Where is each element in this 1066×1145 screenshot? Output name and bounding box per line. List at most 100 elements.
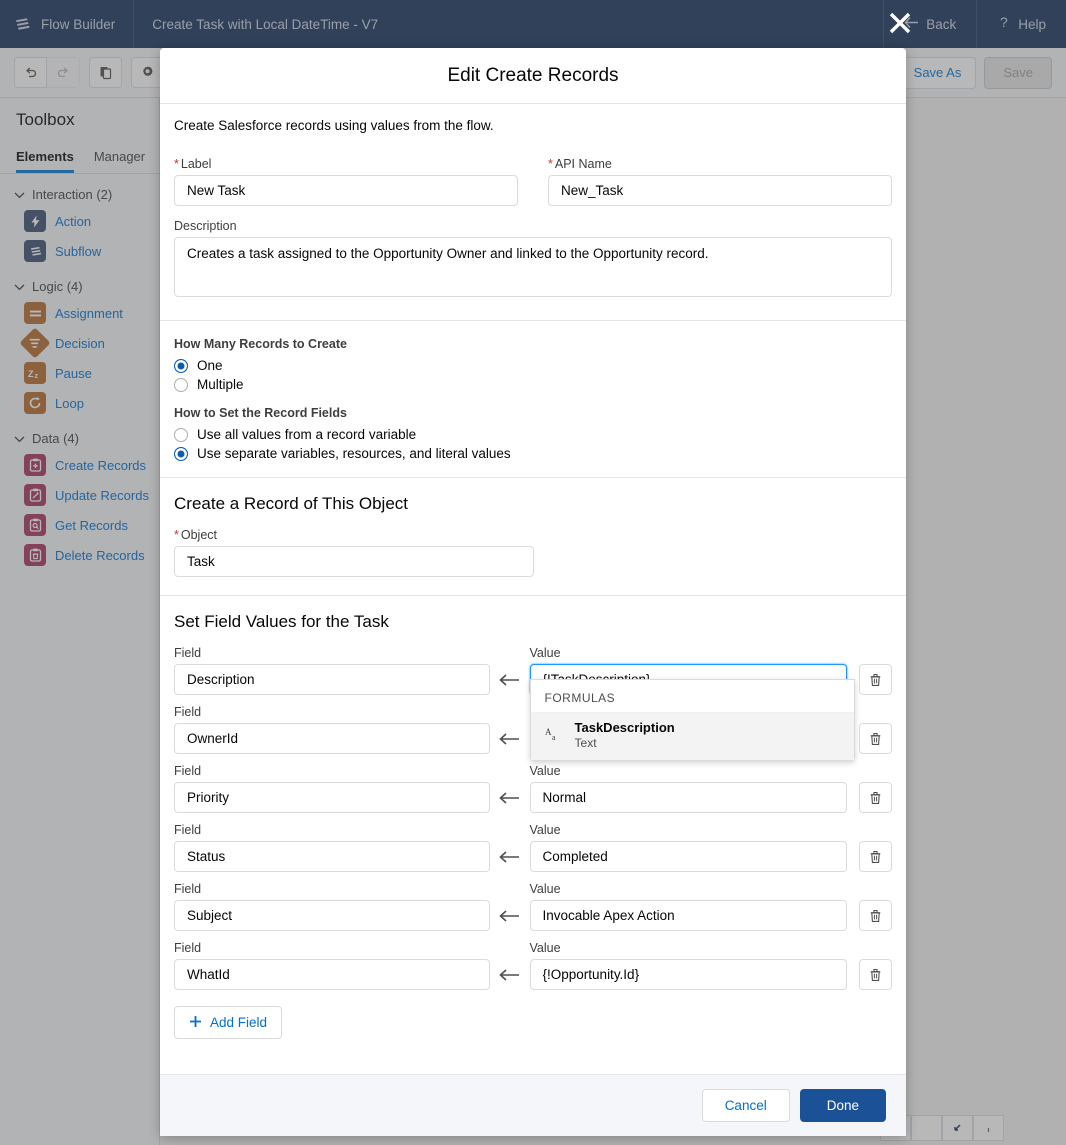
arrow-left-icon [490, 900, 530, 931]
how-many-records-label: How Many Records to Create [174, 337, 347, 351]
field-values-heading: Set Field Values for the Task [174, 612, 389, 631]
field-label: Field [174, 705, 202, 719]
field-column: Field [174, 764, 490, 813]
object-field-group: * Object [174, 528, 534, 577]
add-field-label: Add Field [210, 1015, 268, 1030]
modal-header: Edit Create Records [160, 48, 906, 104]
radio-label: Multiple [197, 377, 244, 392]
object-section-heading: Create a Record of This Object [174, 494, 409, 513]
required-asterisk: * [174, 528, 179, 542]
delete-field-button[interactable] [859, 664, 892, 695]
field-input[interactable] [174, 664, 490, 695]
field-value-row: Field Value FORMULAS Aa [174, 646, 892, 762]
cancel-button[interactable]: Cancel [701, 1089, 790, 1122]
field-label: Field [174, 646, 202, 660]
object-label: * Object [174, 528, 218, 542]
text-Aa-icon: Aa [545, 727, 563, 745]
arrow-left-icon [490, 959, 530, 990]
label-api-row: *Label *API Name [174, 157, 892, 206]
add-field-button[interactable]: Add Field [174, 1006, 283, 1039]
value-label: Value [529, 823, 561, 837]
field-values-section: Set Field Values for the Task Field Valu… [160, 596, 906, 1057]
field-label: Field [174, 941, 202, 955]
arrow-left-icon [490, 841, 530, 872]
dropdown-item-taskdescription[interactable]: Aa TaskDescription Text [530, 713, 854, 761]
close-modal-button[interactable] [885, 8, 915, 38]
field-column: Field [174, 882, 490, 931]
delete-field-button[interactable] [859, 782, 892, 813]
value-label: Value [529, 646, 561, 660]
label-field-label: * Label [174, 157, 212, 171]
radio-use-separate-variables[interactable]: Use separate variables, resources, and l… [174, 444, 892, 463]
field-input[interactable] [174, 841, 490, 872]
delete-field-button[interactable] [859, 841, 892, 872]
radio-indicator [174, 427, 188, 442]
arrow-left-icon [490, 723, 530, 754]
delete-field-button[interactable] [859, 723, 892, 754]
done-button[interactable]: Done [799, 1089, 886, 1122]
trash-icon [870, 850, 881, 863]
field-value-row: Field Value [174, 941, 892, 990]
value-label: Value [529, 941, 561, 955]
field-label: Field [174, 882, 202, 896]
plus-icon [189, 1015, 202, 1031]
value-column: Value FORMULAS Aa TaskDescription Text [529, 646, 855, 762]
radio-how-many-multiple[interactable]: Multiple [174, 375, 892, 394]
value-column: Value [529, 823, 847, 872]
object-input[interactable] [174, 546, 534, 577]
trash-icon [870, 791, 881, 804]
api-name-input[interactable] [548, 175, 892, 206]
delete-field-button[interactable] [859, 900, 892, 931]
description-textarea[interactable] [174, 237, 892, 297]
arrow-left-icon [490, 782, 530, 813]
value-input[interactable] [529, 782, 847, 813]
svg-text:A: A [545, 727, 552, 737]
description-field-group: Description [174, 219, 892, 302]
field-input[interactable] [174, 782, 490, 813]
radio-indicator [174, 377, 188, 392]
radio-label: Use separate variables, resources, and l… [197, 446, 511, 461]
api-name-field-label: * API Name [548, 157, 612, 171]
value-label: Value [529, 764, 561, 778]
dropdown-item-text: TaskDescription Text [575, 720, 675, 751]
modal-intro-text: Create Salesforce records using values f… [174, 118, 494, 133]
radio-indicator [174, 446, 188, 461]
label-input[interactable] [174, 175, 518, 206]
field-input[interactable] [174, 959, 490, 990]
identity-section: *Label *API Name Description [160, 141, 906, 321]
resource-autocomplete-dropdown: FORMULAS Aa TaskDescription Text [529, 679, 855, 762]
trash-icon [870, 732, 881, 745]
field-value-row: Field Value [174, 823, 892, 872]
radio-indicator [174, 358, 188, 373]
label-field-group: * Label [174, 157, 518, 206]
radio-how-many-one[interactable]: One [174, 356, 892, 375]
arrow-left-icon [490, 664, 530, 695]
field-column: Field [174, 941, 490, 990]
field-label: Field [174, 764, 202, 778]
trash-icon [870, 968, 881, 981]
value-input[interactable] [529, 900, 847, 931]
field-value-row: Field Value [174, 764, 892, 813]
trash-icon [870, 673, 881, 686]
field-input[interactable] [174, 723, 490, 754]
radio-label: One [197, 358, 223, 373]
trash-icon [870, 909, 881, 922]
value-input[interactable] [529, 841, 847, 872]
value-input[interactable] [529, 959, 847, 990]
field-column: Field [174, 646, 490, 695]
field-input[interactable] [174, 900, 490, 931]
how-to-set-fields-label: How to Set the Record Fields [174, 406, 347, 420]
required-asterisk: * [174, 157, 179, 171]
field-value-row: Field Value [174, 882, 892, 931]
value-column: Value [529, 941, 847, 990]
modal-title: Edit Create Records [447, 64, 619, 86]
edit-create-records-modal: Edit Create Records Create Salesforce re… [160, 48, 906, 1136]
dropdown-group-header: FORMULAS [530, 680, 854, 713]
modal-body: Create Salesforce records using values f… [160, 104, 906, 1074]
value-label: Value [529, 882, 561, 896]
radio-label: Use all values from a record variable [197, 427, 417, 442]
radio-use-record-variable[interactable]: Use all values from a record variable [174, 425, 892, 444]
dropdown-item-type: Text [574, 736, 597, 751]
delete-field-button[interactable] [859, 959, 892, 990]
close-x-icon [889, 12, 911, 34]
